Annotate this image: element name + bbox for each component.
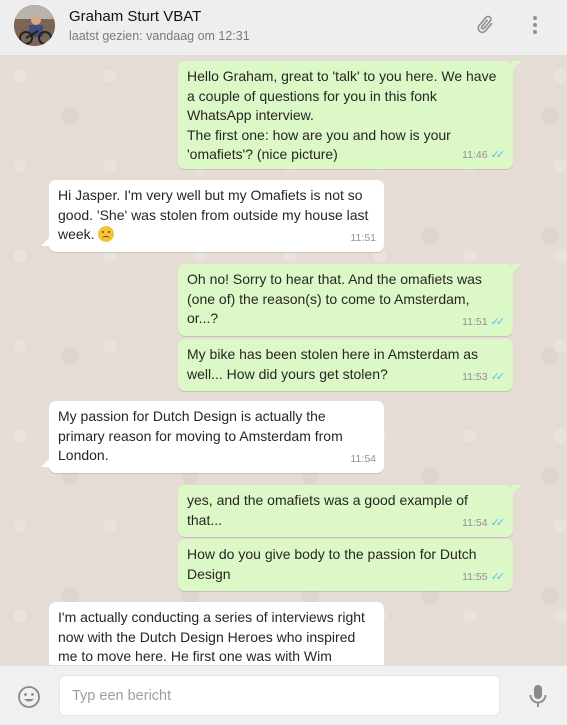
paperclip-icon: [477, 15, 493, 34]
message-line: now with the Dutch Design Heroes who ins…: [58, 628, 356, 645]
chat-header: Graham Sturt VBAT laatst gezien: vandaag…: [0, 0, 567, 56]
message-time: 11:54: [350, 452, 377, 465]
voice-message-button[interactable]: [527, 684, 549, 710]
message-line: Design: [187, 565, 231, 582]
message-line: How do you give body to the passion for …: [187, 546, 477, 562]
incoming-message[interactable]: Hi Jasper. I'm very well but my Omafiets…: [41, 180, 384, 252]
message-line: week.: [58, 226, 95, 242]
message-time: 11:51: [462, 315, 488, 328]
message-line: The first one: how are you and how is yo…: [187, 126, 451, 143]
message-line: that...: [187, 511, 223, 528]
message-meta: 11:55 ✓✓: [462, 568, 505, 588]
message-line: My bike has been stolen here in Amsterda…: [187, 346, 479, 362]
message-time: 11:55: [462, 570, 488, 583]
sad-face-icon: [98, 226, 115, 242]
message-line: I'm actually conducting a series of inte…: [58, 609, 365, 625]
read-ticks-icon: ✓✓: [490, 570, 506, 583]
read-ticks-icon: ✓✓: [490, 315, 506, 328]
outgoing-message[interactable]: How do you give body to the passion for …: [178, 539, 513, 591]
message-line: or...?: [187, 310, 219, 326]
read-ticks-icon: ✓✓: [490, 148, 506, 161]
message-line: good. 'She' was stolen from outside my h…: [58, 206, 369, 223]
message-time: 11:46: [462, 148, 488, 161]
message-list[interactable]: Hello Graham, great to 'talk' to you her…: [0, 56, 567, 665]
incoming-message[interactable]: My passion for Dutch Design is actually …: [41, 401, 384, 473]
outgoing-message[interactable]: Oh no! Sorry to hear that. And the omafi…: [178, 264, 521, 336]
message-line: yes, and the omafiets was a good example…: [187, 492, 468, 508]
read-ticks-icon: ✓✓: [490, 370, 506, 383]
emoji-button[interactable]: [17, 685, 41, 709]
profile-photo-icon: [14, 5, 55, 46]
message-time: 11:54: [462, 516, 488, 529]
kebab-menu-icon: [533, 16, 537, 34]
attach-button[interactable]: [472, 12, 498, 38]
message-meta: 11:46 ✓✓: [462, 146, 505, 166]
message-line: well... How did yours get stolen?: [187, 365, 388, 382]
message-line: London.: [58, 447, 109, 463]
last-seen-status: laatst gezien: vandaag om 12:31: [69, 29, 250, 43]
message-line: WhatsApp interview.: [187, 107, 314, 123]
message-meta: 11:51 ✓✓: [462, 313, 505, 333]
message-line: (one of) the reason(s) to come to Amster…: [187, 290, 470, 307]
compose-bar: [0, 665, 567, 725]
message-time: 11:51: [350, 231, 377, 244]
message-meta: 11:54 ✓✓: [462, 514, 505, 534]
read-ticks-icon: ✓✓: [490, 516, 506, 529]
message-line: 'omafiets'? (nice picture): [187, 146, 338, 162]
avatar[interactable]: [14, 5, 55, 46]
message-line: Oh no! Sorry to hear that. And the omafi…: [187, 271, 482, 287]
outgoing-message[interactable]: My bike has been stolen here in Amsterda…: [178, 339, 513, 391]
message-line: me to move here. He first one was with W…: [58, 648, 332, 664]
message-meta: 11:51: [351, 229, 377, 249]
message-line: a couple of questions for you in this fo…: [187, 87, 437, 104]
message-input[interactable]: [59, 675, 500, 716]
message-line: primary reason for moving to Amsterdam f…: [58, 427, 343, 444]
message-meta: 11:54: [351, 450, 377, 470]
outgoing-message[interactable]: yes, and the omafiets was a good example…: [178, 485, 521, 537]
message-line: Hi Jasper. I'm very well but my Omafiets…: [58, 187, 363, 203]
message-time: 11:53: [462, 370, 488, 383]
microphone-icon: [529, 685, 547, 707]
menu-button[interactable]: [522, 12, 548, 38]
contact-name[interactable]: Graham Sturt VBAT: [69, 8, 201, 25]
smiley-icon: [18, 686, 40, 708]
incoming-message[interactable]: I'm actually conducting a series of inte…: [49, 602, 384, 665]
outgoing-message[interactable]: Hello Graham, great to 'talk' to you her…: [178, 61, 521, 169]
message-line: My passion for Dutch Design is actually …: [58, 408, 326, 424]
message-meta: 11:53 ✓✓: [462, 368, 505, 388]
message-line: Hello Graham, great to 'talk' to you her…: [187, 68, 497, 84]
